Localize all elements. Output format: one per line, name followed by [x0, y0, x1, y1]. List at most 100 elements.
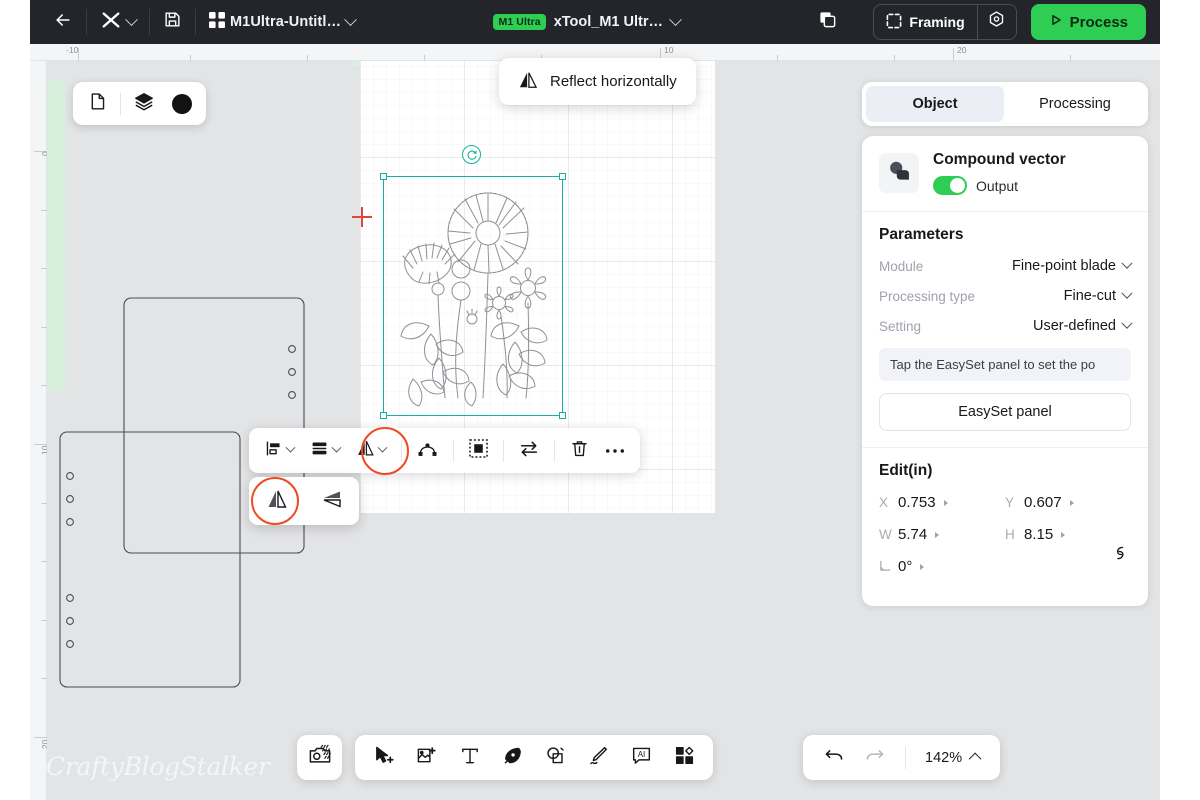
edit-field-h[interactable]: H 8.15 — [1005, 526, 1131, 543]
ai-tool-button[interactable]: AI — [623, 740, 660, 776]
chevron-down-icon — [125, 12, 138, 26]
edit-key-y: Y — [1005, 495, 1015, 510]
selection-bounding-box[interactable] — [380, 173, 566, 419]
swap-order-button[interactable] — [512, 434, 546, 467]
parameter-row-processing-type: Processing type Fine-cut — [879, 287, 1133, 304]
stepper-arrow-icon[interactable] — [1069, 499, 1074, 506]
framing-settings-button[interactable] — [978, 5, 1016, 39]
xtool-logo-button[interactable] — [91, 5, 145, 39]
easyset-panel-button[interactable]: EasySet panel — [879, 393, 1131, 431]
back-button[interactable] — [44, 5, 82, 39]
chevron-down-icon — [1121, 257, 1133, 269]
rotate-icon — [467, 150, 477, 160]
distribute-menu-button[interactable] — [303, 434, 347, 467]
framing-label: Framing — [909, 14, 965, 30]
edit-value-x: 0.753 — [898, 494, 936, 511]
edit-field-rotation[interactable]: 0° — [879, 558, 1005, 575]
cursor-plus-icon — [373, 745, 394, 771]
tab-processing[interactable]: Processing — [1006, 86, 1144, 122]
select-tool-button[interactable] — [365, 740, 402, 776]
reflect-flyout-menu — [249, 477, 359, 525]
xtool-logo-icon — [100, 10, 122, 35]
module-label: Module — [879, 258, 924, 274]
origin-crosshair-marker — [352, 207, 372, 227]
process-button[interactable]: Process — [1030, 4, 1147, 40]
rotate-handle[interactable] — [462, 145, 481, 164]
processing-type-select[interactable]: Fine-cut — [1064, 287, 1133, 304]
apps-tool-button[interactable] — [666, 740, 703, 776]
camera-capture-icon — [308, 744, 332, 771]
node-edit-button[interactable] — [410, 434, 445, 467]
resize-handle-top-left[interactable] — [380, 173, 387, 180]
parameters-section: Parameters Module Fine-point blade Proce… — [862, 212, 1148, 447]
stepper-arrow-icon[interactable] — [920, 563, 925, 570]
edit-field-w[interactable]: W 5.74 — [879, 526, 1005, 543]
camera-button[interactable] — [297, 735, 342, 780]
topbar-divider-3 — [195, 9, 196, 35]
stepper-arrow-icon[interactable] — [935, 531, 940, 538]
machine-selector[interactable]: M1 Ultra xTool_M1 Ultr… — [484, 5, 689, 39]
draw-tool-button[interactable] — [580, 740, 617, 776]
rotation-value: 0° — [898, 558, 913, 575]
text-tool-button[interactable] — [451, 740, 488, 776]
image-add-icon — [416, 745, 437, 771]
reflect-horizontally-button[interactable] — [256, 483, 298, 519]
trace-bitmap-button[interactable] — [462, 434, 495, 467]
edit-key-x: X — [879, 495, 889, 510]
chevron-down-icon — [669, 12, 682, 26]
edit-section: Edit(in) X 0.753 Y 0.607 W 5.74 H 8.15 0… — [862, 448, 1148, 606]
setting-select[interactable]: User-defined — [1033, 317, 1133, 334]
node-edit-icon — [417, 439, 438, 463]
reflect-tooltip: Reflect horizontally — [499, 58, 696, 105]
zoom-level-button[interactable]: 142% — [918, 741, 988, 774]
layers-button[interactable] — [126, 86, 162, 122]
shape-tool-button[interactable] — [537, 740, 574, 776]
resize-handle-top-right[interactable] — [559, 173, 566, 180]
save-button[interactable] — [154, 5, 191, 39]
reflect-vertically-button[interactable] — [311, 483, 353, 519]
page-settings-button[interactable] — [79, 86, 115, 122]
output-toggle[interactable] — [933, 176, 967, 195]
gear-hex-icon — [987, 10, 1006, 34]
tab-object[interactable]: Object — [866, 86, 1004, 122]
resize-handle-bottom-right[interactable] — [559, 412, 566, 419]
image-tool-button[interactable] — [408, 740, 445, 776]
distribute-rows-icon — [310, 439, 329, 463]
project-name-button[interactable]: M1Ultra-Untitl… — [200, 5, 364, 39]
aspect-lock-button[interactable] — [1109, 544, 1131, 566]
color-swatch-dot — [172, 93, 192, 114]
edit-field-x[interactable]: X 0.753 — [879, 494, 1005, 511]
reflect-horizontal-icon — [266, 489, 288, 514]
svg-text:AI: AI — [638, 750, 646, 759]
edit-field-y[interactable]: Y 0.607 — [1005, 494, 1131, 511]
angle-icon — [879, 559, 891, 575]
output-toggle-label: Output — [976, 177, 1019, 194]
module-select[interactable]: Fine-point blade — [1012, 257, 1133, 274]
framing-button[interactable]: Framing — [874, 5, 976, 39]
edit-key-h: H — [1005, 527, 1015, 542]
pen-tool-button[interactable] — [494, 740, 531, 776]
duplicate-button[interactable] — [809, 5, 845, 39]
module-value: Fine-point blade — [1012, 258, 1116, 274]
redo-button[interactable] — [856, 740, 893, 776]
align-menu-button[interactable] — [257, 434, 301, 467]
context-divider-4 — [554, 439, 555, 462]
stepper-arrow-icon[interactable] — [1061, 531, 1066, 538]
resize-handle-bottom-left[interactable] — [380, 412, 387, 419]
stepper-arrow-icon[interactable] — [943, 499, 948, 506]
delete-button[interactable] — [563, 434, 596, 467]
vertical-ruler[interactable]: 0 10 20 — [30, 61, 50, 800]
reflect-vertical-icon — [321, 489, 343, 514]
reflect-menu-button[interactable] — [349, 434, 393, 467]
undo-button[interactable] — [815, 740, 852, 776]
reflect-horizontal-icon — [356, 439, 375, 462]
easyset-hint-text: Tap the EasySet panel to set the po — [879, 348, 1131, 381]
color-swatch-button[interactable] — [164, 86, 200, 122]
window-left-edge — [0, 0, 30, 800]
zoom-level-label: 142% — [925, 749, 963, 766]
more-options-button[interactable] — [598, 434, 632, 467]
zoom-divider — [905, 746, 906, 769]
canvas-pill-divider — [120, 92, 121, 115]
chevron-down-icon — [344, 12, 357, 26]
context-divider-3 — [503, 439, 504, 462]
